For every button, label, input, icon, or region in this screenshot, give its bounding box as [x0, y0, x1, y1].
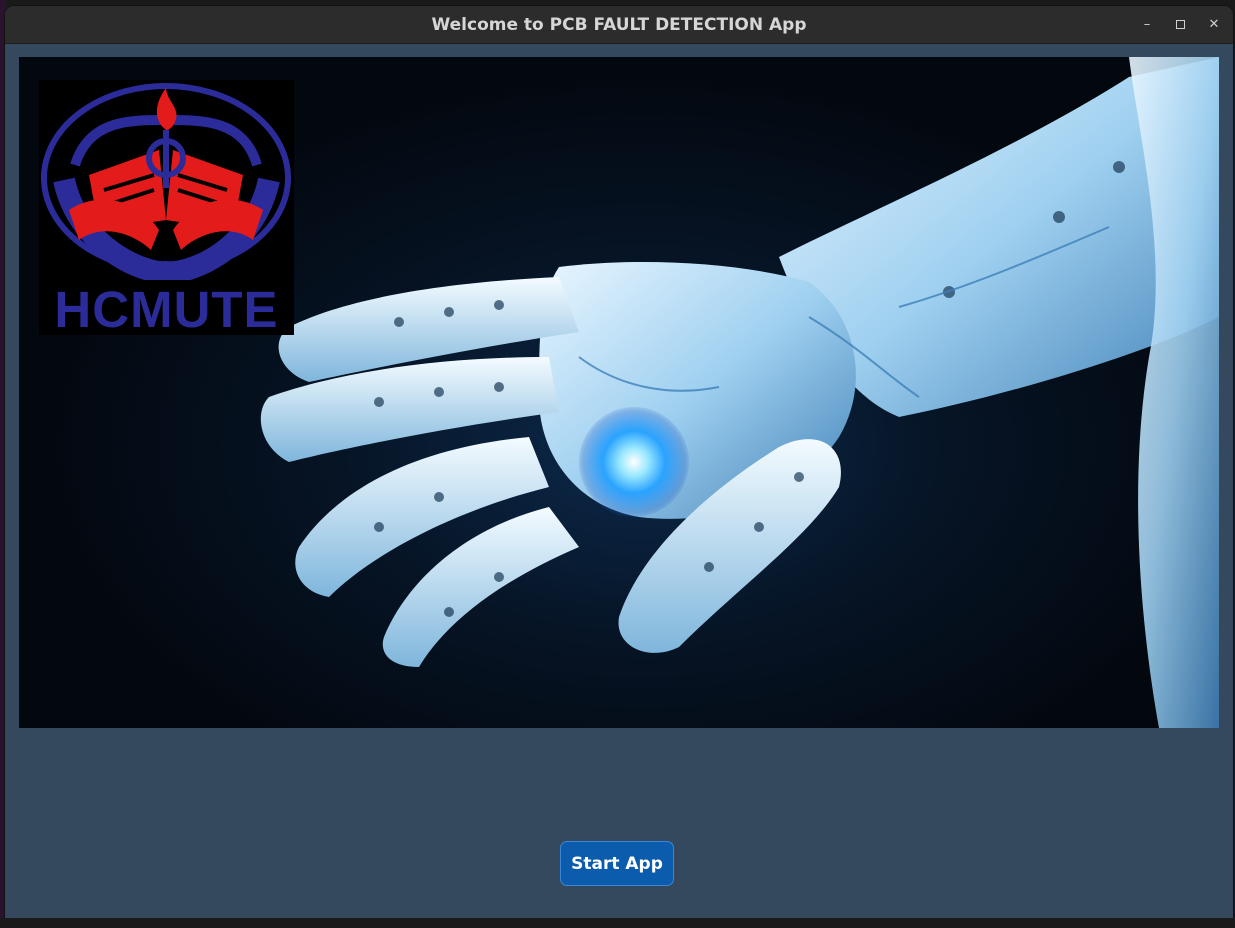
desktop-bottom [0, 918, 1235, 928]
hero-image: HCMUTE [19, 57, 1219, 728]
window-title: Welcome to PCB FAULT DETECTION App [431, 15, 807, 35]
maximize-button[interactable] [1169, 14, 1191, 36]
start-app-button[interactable]: Start App [560, 841, 674, 886]
minimize-icon: – [1143, 17, 1151, 32]
app-window: Welcome to PCB FAULT DETECTION App – ✕ H… [5, 6, 1233, 918]
hcmute-emblem-icon [41, 83, 291, 280]
close-button[interactable]: ✕ [1203, 14, 1225, 36]
minimize-button[interactable]: – [1136, 14, 1158, 36]
hand-glow [579, 407, 689, 517]
title-bar[interactable]: Welcome to PCB FAULT DETECTION App – ✕ [5, 6, 1233, 44]
hcmute-logo: HCMUTE [39, 80, 294, 338]
close-icon: ✕ [1208, 17, 1220, 32]
maximize-icon [1175, 20, 1185, 29]
logo-text: HCMUTE [54, 281, 279, 338]
